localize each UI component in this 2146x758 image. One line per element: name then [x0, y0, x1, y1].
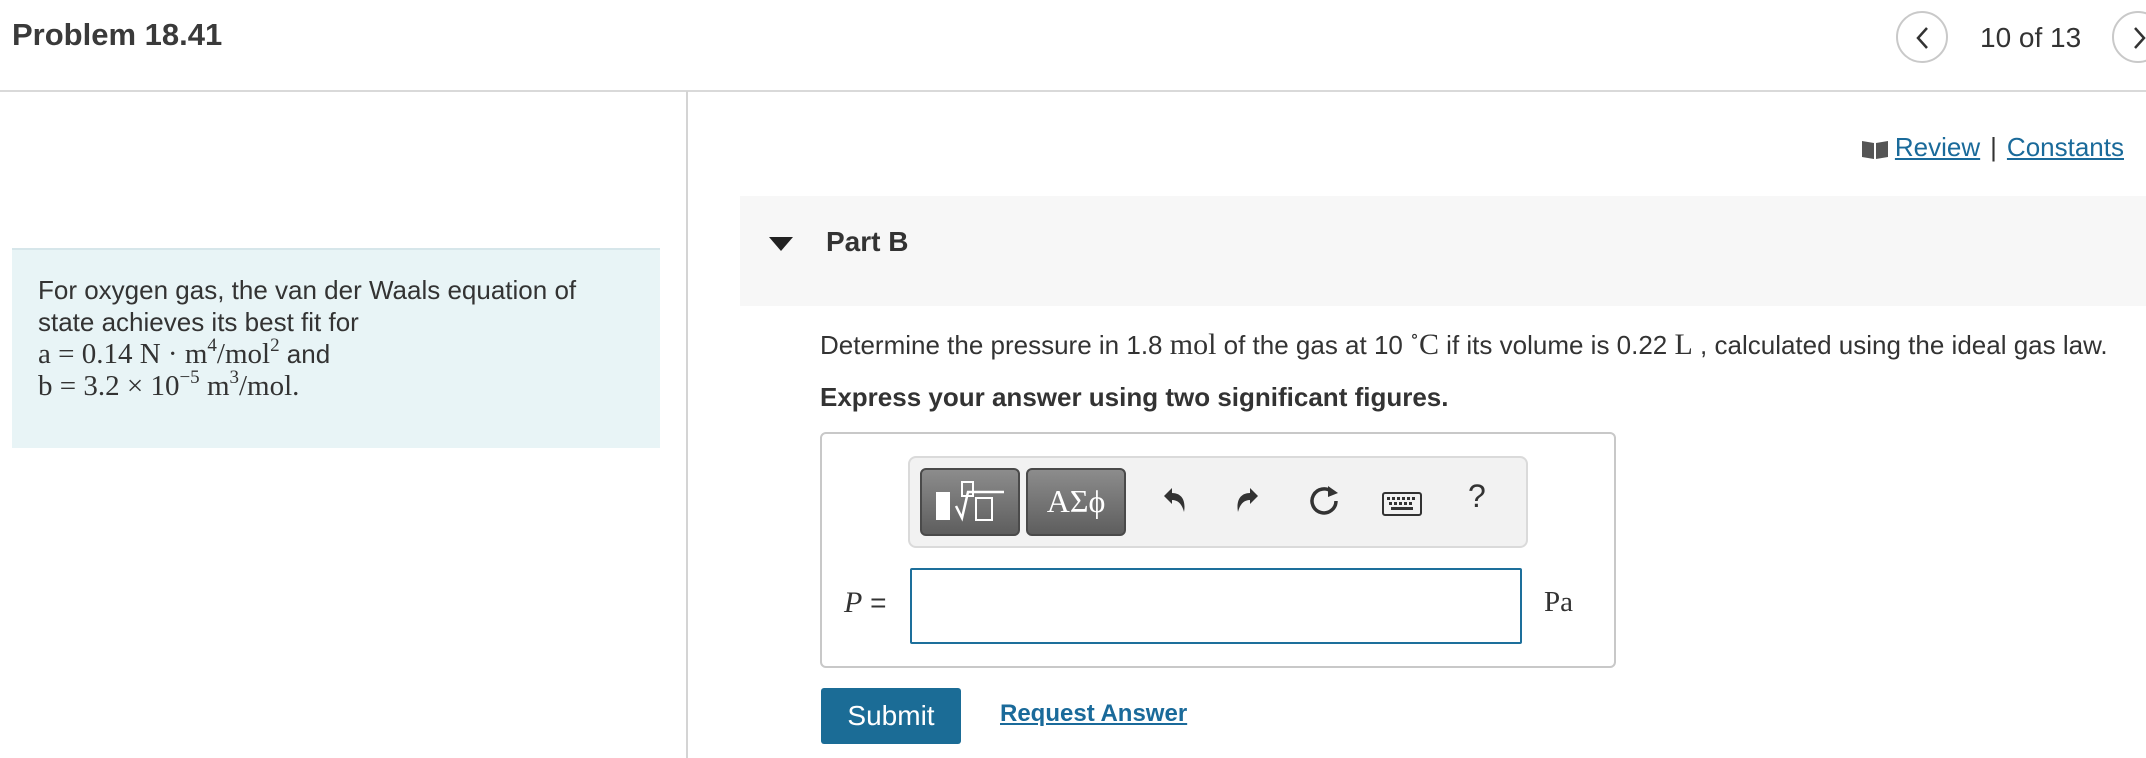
- pane-divider[interactable]: [686, 91, 688, 758]
- top-header: Problem 18.41 10 of 13: [0, 0, 2146, 92]
- problem-line-2: state achieves its best fit for: [38, 307, 359, 337]
- instruction-text: Express your answer using two significan…: [820, 382, 1449, 412]
- constant-b: b = 3.2 × 10−5 m3/mol.: [38, 367, 576, 402]
- answer-box: ΑΣϕ ? P = Pa: [820, 432, 1616, 668]
- problem-line-1: For oxygen gas, the van der Waals equati…: [38, 275, 577, 305]
- part-label: Part B: [826, 226, 909, 257]
- problem-title: Problem 18.41: [12, 17, 223, 52]
- math-toolbar: ΑΣϕ ?: [908, 456, 1528, 548]
- book-icon: [1861, 141, 1888, 159]
- problem-counter: 10 of 13: [1980, 22, 2082, 53]
- answer-input[interactable]: [910, 568, 1522, 644]
- keyboard-icon[interactable]: [1382, 492, 1422, 516]
- greek-symbols-button[interactable]: ΑΣϕ: [1026, 468, 1126, 536]
- unit-label: Pa: [1544, 586, 1573, 618]
- constant-a: a = 0.14 N · m4/mol2 and: [38, 335, 331, 370]
- templates-icon: [936, 481, 1004, 522]
- part-b-header[interactable]: Part B: [740, 196, 2146, 306]
- review-link[interactable]: Review: [1895, 132, 1980, 162]
- reset-icon[interactable]: [1308, 484, 1342, 518]
- request-answer-link[interactable]: Request Answer: [1000, 700, 1187, 728]
- caret-down-icon[interactable]: [768, 236, 794, 252]
- chevron-right-icon: [2134, 27, 2146, 49]
- help-icon[interactable]: ?: [1468, 478, 1486, 515]
- templates-button[interactable]: [920, 468, 1020, 536]
- a-expression: a = 0.14 N · m4/mol2: [38, 335, 280, 370]
- previous-problem-button[interactable]: [1896, 11, 1948, 63]
- undo-icon[interactable]: [1156, 482, 1190, 516]
- next-problem-button[interactable]: [2112, 11, 2146, 63]
- submit-button[interactable]: Submit: [821, 688, 961, 744]
- chevron-left-icon: [1916, 27, 1928, 49]
- constants-link[interactable]: Constants: [2007, 132, 2124, 162]
- problem-text: For oxygen gas, the van der Waals equati…: [38, 274, 576, 402]
- link-separator: |: [1990, 132, 1997, 162]
- variable-label: P =: [844, 586, 887, 619]
- question-text: Determine the pressure in 1.8 mol of the…: [820, 326, 2108, 361]
- b-expression: b = 3.2 × 10−5 m3/mol.: [38, 367, 300, 402]
- review-constants-links: Review | Constants: [1861, 132, 2124, 163]
- redo-icon[interactable]: [1232, 482, 1266, 516]
- problem-statement: For oxygen gas, the van der Waals equati…: [12, 248, 660, 448]
